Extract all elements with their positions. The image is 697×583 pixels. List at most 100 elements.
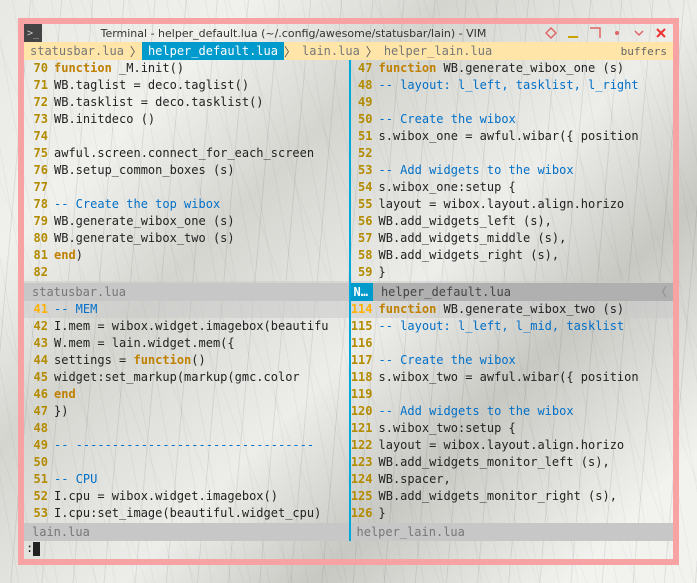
buffer-tab-active[interactable]: helper_default.lua xyxy=(142,42,284,60)
line-number: 121 xyxy=(349,420,379,437)
code-line: 80 WB.generate_wibox_two (s) xyxy=(24,230,349,247)
line-number: 51 xyxy=(349,128,379,145)
code-text: WB.setup_common_boxes (s) xyxy=(54,162,349,179)
code-line: 49 xyxy=(349,94,674,111)
pane-top-left[interactable]: 70function _M.init()71 WB.taglist = deco… xyxy=(24,60,349,301)
code-text: end) xyxy=(54,247,349,264)
code-text: s.wibox_two:setup { xyxy=(379,420,674,437)
statusline-filename: helper_lain.lua xyxy=(349,525,465,539)
titlebar: >_ Terminal - helper_default.lua (~/.con… xyxy=(24,24,673,42)
buffer-tab[interactable]: helper_lain.lua xyxy=(378,42,498,60)
code-text: end xyxy=(54,386,349,403)
line-number: 116 xyxy=(349,335,379,352)
code-text: I.cpu = wibox.widget.imagebox() xyxy=(54,488,349,505)
line-number: 79 xyxy=(24,213,54,230)
code-text: s.wibox_one:setup { xyxy=(379,179,674,196)
code-line: 73 WB.initdeco () xyxy=(24,111,349,128)
code-text: W.mem = lain.widget.mem({ xyxy=(54,335,349,352)
code-line: 126 } xyxy=(349,505,674,522)
buffer-tab[interactable]: lain.lua xyxy=(296,42,366,60)
code-line: 44 settings = function() xyxy=(24,352,349,369)
line-number: 114 xyxy=(349,301,379,318)
code-line: 76 WB.setup_common_boxes (s) xyxy=(24,162,349,179)
line-number: 41 xyxy=(24,301,54,318)
code-text: s.wibox_two = awful.wibar({ position xyxy=(379,369,674,386)
code-line: 55 layout = wibox.layout.align.horizo xyxy=(349,196,674,213)
statusline-filename: helper_default.lua xyxy=(373,285,511,299)
line-number: 44 xyxy=(24,352,54,369)
code-text: WB.add_widgets_monitor_left (s), xyxy=(379,454,674,471)
code-line: 58 WB.add_widgets_right (s), xyxy=(349,247,674,264)
line-number: 56 xyxy=(349,213,379,230)
code-text xyxy=(54,264,349,281)
statusline: lain.lua xyxy=(24,523,349,541)
line-number: 76 xyxy=(24,162,54,179)
code-line: 71 WB.taglist = deco.taglist() xyxy=(24,77,349,94)
code-line: 45 widget:set_markup(markup(gmc.color xyxy=(24,369,349,386)
code-line: 56 WB.add_widgets_left (s), xyxy=(349,213,674,230)
bufferline: statusbar.lua 〉 helper_default.lua 〉 lai… xyxy=(24,42,673,60)
statusline: statusbar.lua xyxy=(24,283,349,301)
terminal-icon: >_ xyxy=(24,24,42,42)
line-number: 118 xyxy=(349,369,379,386)
code-line: 114function WB.generate_wibox_two (s) xyxy=(349,301,674,318)
line-number: 81 xyxy=(24,247,54,264)
code-line: 120 -- Add widgets to the wibox xyxy=(349,403,674,420)
cmd-prompt: : xyxy=(26,541,33,555)
ontop-icon[interactable] xyxy=(545,27,557,39)
code-line: 52 xyxy=(349,145,674,162)
code-text: -- --------------------------------- xyxy=(54,437,349,454)
code-text: WB.add_widgets_middle (s), xyxy=(379,230,674,247)
split-grid: 70function _M.init()71 WB.taglist = deco… xyxy=(24,60,673,541)
code-line: 125 WB.add_widgets_monitor_right (s), xyxy=(349,488,674,505)
code-line: 59 } xyxy=(349,264,674,281)
code-line: 123 WB.add_widgets_monitor_left (s), xyxy=(349,454,674,471)
line-number: 49 xyxy=(349,94,379,111)
code-line: 82 xyxy=(24,264,349,281)
statusline-mode: N… xyxy=(349,283,373,301)
close-icon[interactable] xyxy=(655,27,667,39)
maximize-icon[interactable] xyxy=(589,27,601,39)
code-text: settings = function() xyxy=(54,352,349,369)
code-text: WB.taglist = deco.taglist() xyxy=(54,77,349,94)
sticky-icon[interactable] xyxy=(633,27,645,39)
code-line: 115 -- layout: l_left, l_mid, tasklist xyxy=(349,318,674,335)
code-line: 53 -- Add widgets to the wibox xyxy=(349,162,674,179)
code-line: 70function _M.init() xyxy=(24,60,349,77)
code-text: WB.add_widgets_monitor_right (s), xyxy=(379,488,674,505)
buffer-tab[interactable]: statusbar.lua xyxy=(24,42,130,60)
code-line: 78 -- Create the top wibox xyxy=(24,196,349,213)
code-text: WB.generate_wibox_two (s) xyxy=(54,230,349,247)
code-text: -- layout: l_left, l_mid, tasklist xyxy=(379,318,674,335)
chevron-right-icon: 〉 xyxy=(284,43,296,60)
statusline-filename: lain.lua xyxy=(24,525,90,539)
line-number: 59 xyxy=(349,264,379,281)
line-number: 50 xyxy=(24,454,54,471)
line-number: 72 xyxy=(24,94,54,111)
line-number: 70 xyxy=(24,60,54,77)
code-text xyxy=(54,179,349,196)
line-number: 47 xyxy=(349,60,379,77)
pane-bottom-left[interactable]: 41-- MEM42I.mem = wibox.widget.imagebox(… xyxy=(24,301,349,542)
pane-top-right[interactable]: 47function WB.generate_wibox_one (s)48 -… xyxy=(349,60,674,301)
code-line: 118 s.wibox_two = awful.wibar({ position xyxy=(349,369,674,386)
statusline-filename: statusbar.lua xyxy=(24,285,126,299)
code-line: 117 -- Create the wibox xyxy=(349,352,674,369)
code-text: -- Create the top wibox xyxy=(54,196,349,213)
code-text: widget:set_markup(markup(gmc.color xyxy=(54,369,349,386)
code-text: -- CPU xyxy=(54,471,349,488)
code-line: 79 WB.generate_wibox_one (s) xyxy=(24,213,349,230)
code-text: function _M.init() xyxy=(54,60,349,77)
line-number: 119 xyxy=(349,386,379,403)
pane-bottom-right[interactable]: 114function WB.generate_wibox_two (s)115… xyxy=(349,301,674,542)
float-icon[interactable] xyxy=(611,27,623,39)
minimize-icon[interactable] xyxy=(567,27,579,39)
command-line[interactable]: : xyxy=(24,541,673,559)
code-text xyxy=(54,420,349,437)
line-number: 52 xyxy=(349,145,379,162)
line-number: 122 xyxy=(349,437,379,454)
code-line: 77 xyxy=(24,179,349,196)
code-text: layout = wibox.layout.align.horizo xyxy=(379,196,674,213)
line-number: 50 xyxy=(349,111,379,128)
window-title: Terminal - helper_default.lua (~/.config… xyxy=(42,27,545,40)
